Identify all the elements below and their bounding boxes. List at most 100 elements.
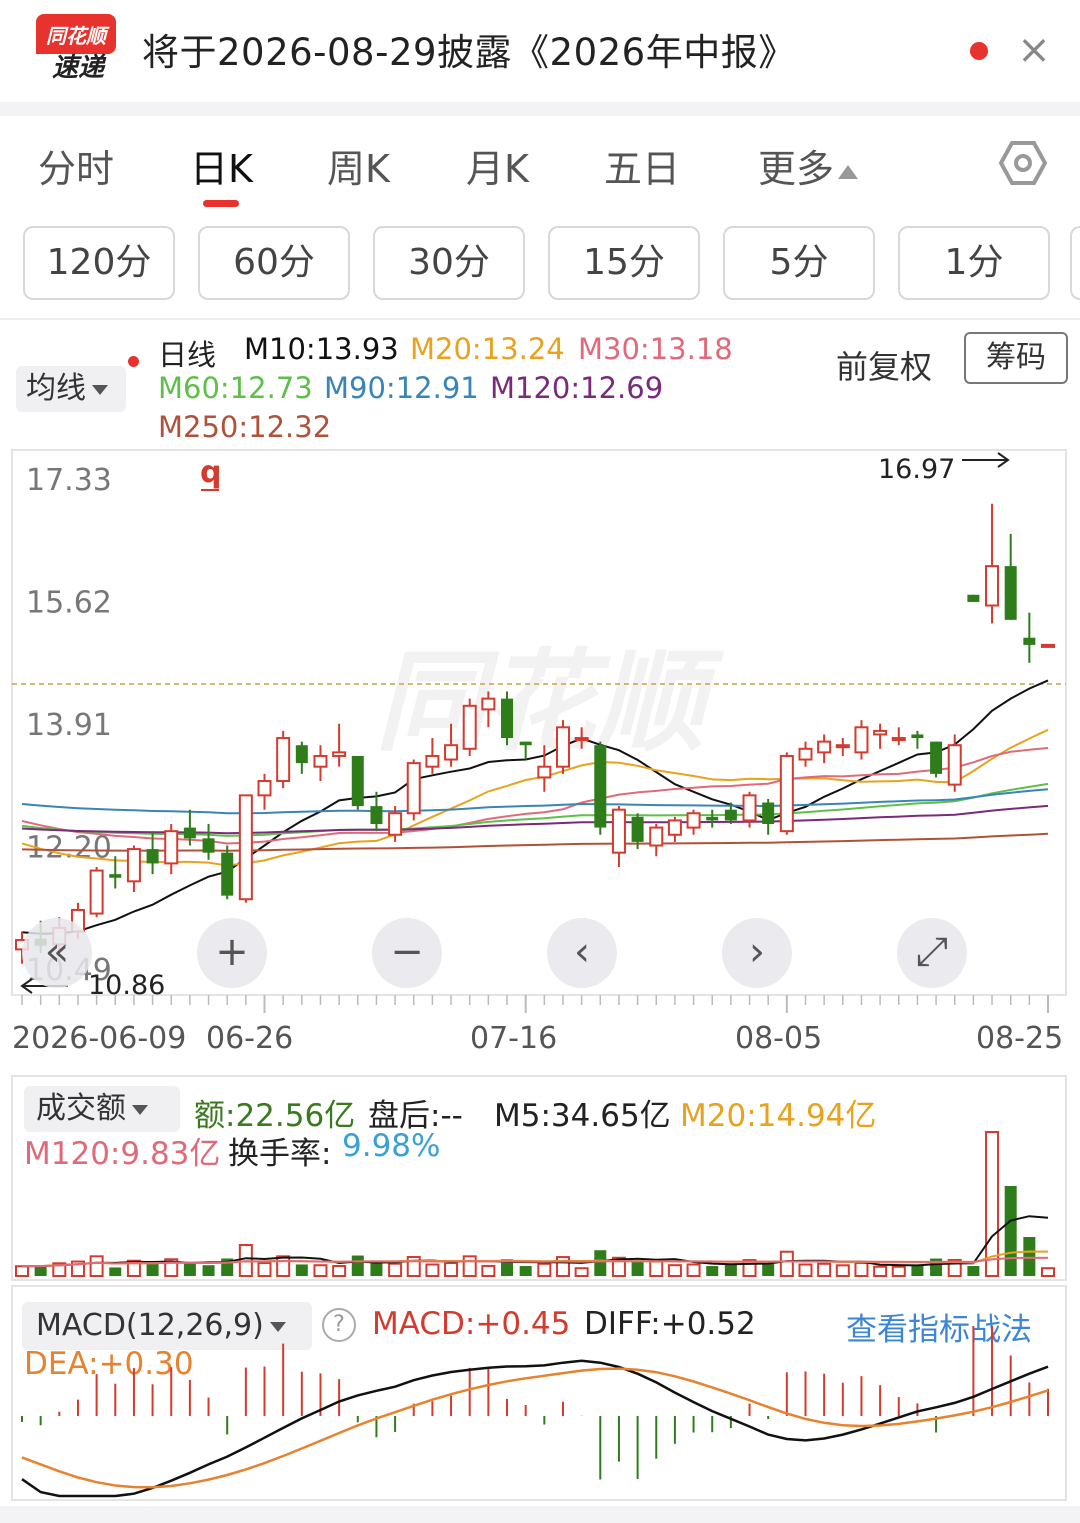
y-tick-label: 15.62 [26,586,112,621]
volume-bar [15,1265,29,1277]
jump-start-button[interactable]: « [22,918,92,988]
interval-60m-button[interactable]: 60分 [198,226,350,300]
unread-dot-icon [970,42,988,60]
candle [594,741,607,835]
volume-bar [537,1262,552,1278]
tab-five-day[interactable]: 五日 [604,138,680,193]
macd-value: MACD:+0.45 [372,1306,571,1342]
tab-daily-k[interactable]: 日K [190,138,253,193]
candle [854,720,869,760]
candle [501,691,514,746]
interval-5m-button[interactable]: 5分 [723,226,875,300]
candle [706,809,719,828]
logo-top-text: 同花顺 [36,14,116,54]
x-tick-start: 2026-06-09 [12,1021,186,1056]
view-strategy-link[interactable]: 查看指标战法 [846,1304,1032,1349]
candle [1023,612,1036,663]
candle [967,594,980,602]
watermark: 同花顺 [375,638,725,766]
volume-bar [911,1265,924,1276]
candle [947,734,962,792]
volume-bar [109,1267,122,1276]
ma-legend-m10: M10:13.93 [244,332,399,366]
settings-icon[interactable] [998,140,1048,186]
x-tick-2: 07-16 [470,1021,557,1056]
price-adjust-toggle[interactable]: 前复权 [836,342,932,388]
candle [89,866,104,918]
volume-bar [1041,1267,1055,1277]
tab-weekly-k[interactable]: 周K [327,138,390,193]
chips-button[interactable]: 筹码 [964,332,1068,384]
volume-chart[interactable] [0,1075,1080,1282]
y-tick-label: 13.91 [26,708,112,743]
interval-120m-button[interactable]: 120分 [23,226,175,300]
macd-line [21,1359,1049,1498]
x-tick-3: 08-05 [735,1021,822,1056]
ma-legend-m120: M120:12.69 [490,371,664,405]
zoom-in-button[interactable]: + [197,918,267,988]
period-tabs: 分时 日K 周K 月K 五日 更多 [0,116,1080,216]
interval-30m-button[interactable]: 30分 [373,226,525,300]
tab-more[interactable]: 更多 [758,138,859,193]
scroll-right-button[interactable]: › [722,918,792,988]
tab-intraday[interactable]: 分时 [38,138,114,193]
ma-line [21,782,1049,837]
interval-1m-button[interactable]: 1分 [898,226,1050,300]
max-price-label: 16.97 [878,454,955,485]
volume-bar [891,1265,906,1278]
tab-more-label: 更多 [758,147,835,191]
candle [406,759,421,821]
tab-monthly-k[interactable]: 月K [466,138,529,193]
interval-next-button[interactable] [1070,226,1080,300]
volume-bar [370,1261,383,1276]
volume-bar [649,1260,664,1277]
ma-legend-m20: M20:13.24 [410,332,565,366]
volume-bar [257,1262,272,1278]
volume-m120: M120:9.83亿 [24,1136,221,1172]
diff-value: DIFF:+0.52 [584,1306,756,1342]
volume-indicator-selector[interactable]: 成交额 [24,1086,180,1132]
x-tick-1: 06-26 [206,1021,293,1056]
interval-15m-button[interactable]: 15分 [548,226,700,300]
candle [985,503,1000,624]
fullscreen-button[interactable]: ⤢ [897,918,967,988]
candle [276,730,291,789]
candle [332,723,347,767]
divider [0,318,1080,320]
volume-bar [706,1266,719,1276]
candle [686,809,701,835]
candle [779,752,794,835]
candle [257,773,272,810]
volume-bar [686,1263,701,1278]
caret-down-icon [132,1104,148,1115]
candle [295,741,308,774]
candle [351,755,364,810]
divider [0,102,1080,116]
notification-title[interactable]: 将于2026-08-29披露《2026年中报》 [142,22,796,76]
notification-bar[interactable]: 同花顺 速递 将于2026-08-29披露《2026年中报》 × [0,0,1080,102]
bottom-divider [0,1506,1080,1523]
min-price-label: 10.86 [88,970,165,1001]
volume-bar [183,1263,196,1276]
volume-bar [276,1255,291,1277]
indicator-selector[interactable]: 均线 [16,366,126,412]
event-marker[interactable]: q [200,455,221,490]
close-icon[interactable]: × [1014,24,1054,76]
volume-bar [1004,1186,1017,1276]
volume-m5: M5:34.65亿 [494,1098,671,1134]
volume-bar [762,1263,775,1276]
volume-bar [146,1263,159,1276]
volume-bar [202,1265,215,1276]
volume-bar [89,1255,104,1277]
volume-bar [462,1255,477,1277]
macd-selector[interactable]: MACD(12,26,9) [22,1302,312,1350]
zoom-out-button[interactable]: − [372,918,442,988]
help-icon[interactable]: ? [322,1308,356,1342]
candle [1004,533,1017,620]
scroll-left-button[interactable]: ‹ [547,918,617,988]
volume-bar [779,1250,794,1278]
ma-legend-m30: M30:13.18 [578,332,733,366]
candle [202,824,215,860]
candle [611,806,626,867]
macd-chart[interactable] [0,1285,1080,1506]
